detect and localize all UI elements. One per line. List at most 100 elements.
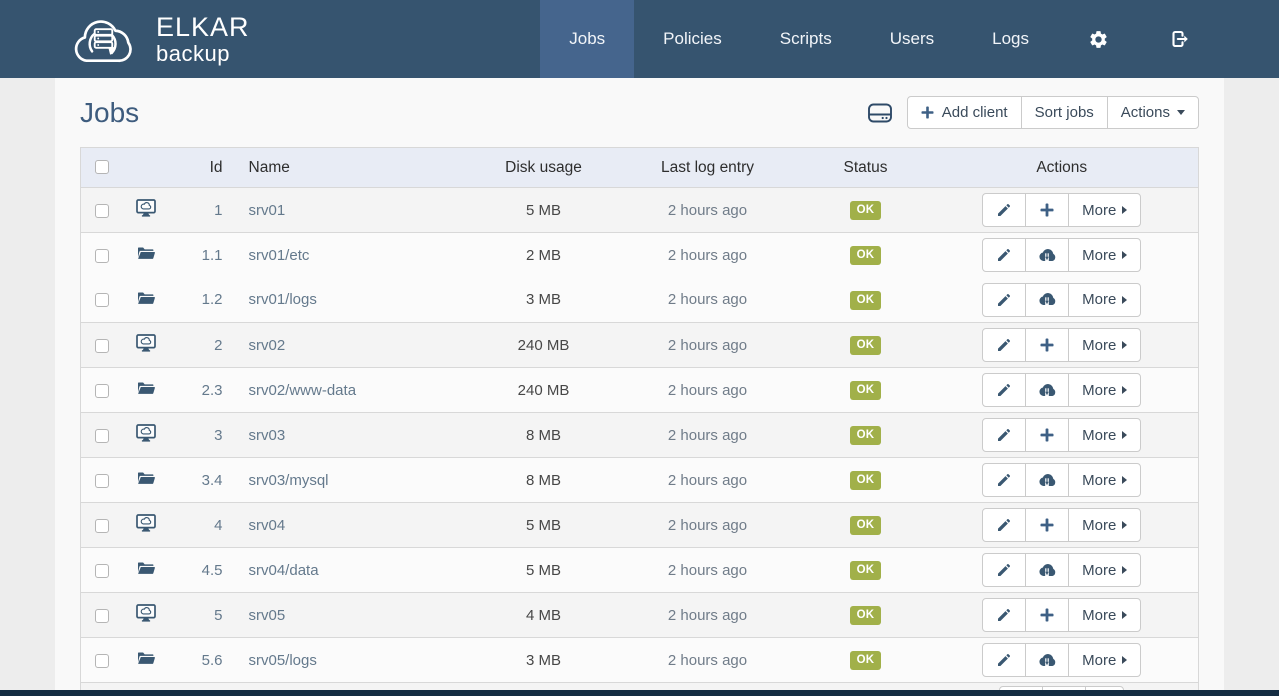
more-button[interactable]: More: [1068, 193, 1141, 227]
nav-item-jobs[interactable]: Jobs: [540, 0, 634, 78]
more-label: More: [1082, 427, 1116, 444]
row-last-log-entry: 2 hours ago: [610, 503, 806, 548]
table-row: 3 srv03 8 MB 2 hours ago OK: [81, 413, 1199, 458]
cloud-download-icon: [1037, 653, 1057, 668]
row-disk-usage: 5 MB: [478, 188, 610, 233]
actions-dropdown-button[interactable]: Actions: [1107, 96, 1199, 129]
edit-button[interactable]: [982, 328, 1026, 362]
plus-icon: [921, 106, 934, 119]
edit-button[interactable]: [982, 418, 1026, 452]
brand-logo[interactable]: ELKAR backup: [60, 0, 250, 78]
add-job-button[interactable]: [1025, 598, 1069, 632]
row-checkbox[interactable]: [95, 519, 109, 533]
restore-button[interactable]: [1025, 643, 1069, 677]
nav-item-policies[interactable]: Policies: [634, 0, 751, 78]
row-checkbox[interactable]: [95, 204, 109, 218]
row-checkbox[interactable]: [95, 339, 109, 353]
add-job-button[interactable]: [1025, 508, 1069, 542]
add-client-button[interactable]: Add client: [907, 96, 1022, 129]
row-checkbox[interactable]: [95, 384, 109, 398]
edit-button[interactable]: [982, 643, 1026, 677]
row-checkbox[interactable]: [95, 293, 109, 307]
restore-button[interactable]: [1025, 553, 1069, 587]
status-badge: OK: [850, 516, 882, 535]
settings-nav-button[interactable]: [1058, 0, 1139, 78]
caret-right-icon: [1122, 296, 1127, 304]
row-checkbox[interactable]: [95, 429, 109, 443]
add-job-button[interactable]: [1025, 193, 1069, 227]
nav-item-logs[interactable]: Logs: [963, 0, 1058, 78]
caret-right-icon: [1122, 431, 1127, 439]
edit-button[interactable]: [982, 463, 1026, 497]
row-checkbox[interactable]: [95, 249, 109, 263]
logout-nav-button[interactable]: [1139, 0, 1221, 78]
table-row: 4 srv04 5 MB 2 hours ago OK: [81, 503, 1199, 548]
nav-item-scripts[interactable]: Scripts: [751, 0, 861, 78]
restore-button[interactable]: [1025, 373, 1069, 407]
more-button[interactable]: More: [1068, 598, 1141, 632]
job-name-link[interactable]: srv02/www-data: [249, 382, 357, 399]
more-button[interactable]: More: [1068, 238, 1141, 272]
edit-button[interactable]: [982, 283, 1026, 317]
row-last-log-entry: 2 hours ago: [610, 188, 806, 233]
status-badge: OK: [850, 426, 882, 445]
job-name-link[interactable]: srv05/logs: [249, 652, 317, 669]
row-id: 1: [169, 188, 223, 233]
restore-button[interactable]: [1025, 283, 1069, 317]
jobs-table-body: 1 srv01 5 MB 2 hours ago OK: [81, 188, 1199, 696]
job-name-link[interactable]: srv01/etc: [249, 247, 310, 264]
more-button[interactable]: More: [1068, 283, 1141, 317]
row-actions: More: [982, 553, 1141, 587]
more-button[interactable]: More: [1068, 553, 1141, 587]
nav-item-users[interactable]: Users: [861, 0, 963, 78]
client-monitor-icon: [136, 199, 156, 217]
more-label: More: [1082, 247, 1116, 264]
row-last-log-entry: 2 hours ago: [610, 233, 806, 278]
more-button[interactable]: More: [1068, 643, 1141, 677]
row-checkbox[interactable]: [95, 474, 109, 488]
row-checkbox[interactable]: [95, 654, 109, 668]
edit-button[interactable]: [982, 238, 1026, 272]
job-name-link[interactable]: srv03/mysql: [249, 472, 329, 489]
edit-button[interactable]: [982, 598, 1026, 632]
job-name-link[interactable]: srv02: [249, 337, 286, 354]
row-disk-usage: 8 MB: [478, 413, 610, 458]
more-button[interactable]: More: [1068, 463, 1141, 497]
job-name-link[interactable]: srv03: [249, 427, 286, 444]
more-button[interactable]: More: [1068, 328, 1141, 362]
select-all-checkbox[interactable]: [95, 160, 109, 174]
status-badge: OK: [850, 336, 882, 355]
row-checkbox[interactable]: [95, 564, 109, 578]
row-last-log-entry: 2 hours ago: [610, 593, 806, 638]
job-name-link[interactable]: srv01: [249, 202, 286, 219]
sort-jobs-button[interactable]: Sort jobs: [1021, 96, 1108, 129]
hard-drive-icon[interactable]: [867, 101, 893, 125]
row-disk-usage: 3 MB: [478, 638, 610, 683]
add-job-button[interactable]: [1025, 418, 1069, 452]
edit-button[interactable]: [982, 553, 1026, 587]
more-button[interactable]: More: [1068, 418, 1141, 452]
more-button[interactable]: More: [1068, 508, 1141, 542]
edit-button[interactable]: [982, 373, 1026, 407]
job-name-link[interactable]: srv01/logs: [249, 291, 317, 308]
more-label: More: [1082, 517, 1116, 534]
add-job-button[interactable]: [1025, 328, 1069, 362]
header-actions: Actions: [926, 148, 1199, 188]
caret-right-icon: [1122, 566, 1127, 574]
edit-button[interactable]: [982, 508, 1026, 542]
add-client-label: Add client: [942, 104, 1008, 121]
job-name-link[interactable]: srv04: [249, 517, 286, 534]
job-name-link[interactable]: srv05: [249, 607, 286, 624]
header-id: Id: [169, 148, 223, 188]
row-checkbox[interactable]: [95, 609, 109, 623]
restore-button[interactable]: [1025, 238, 1069, 272]
more-button[interactable]: More: [1068, 373, 1141, 407]
edit-button[interactable]: [982, 193, 1026, 227]
plus-icon: [1040, 608, 1054, 622]
restore-button[interactable]: [1025, 463, 1069, 497]
row-actions: More: [982, 283, 1141, 317]
job-name-link[interactable]: srv04/data: [249, 562, 319, 579]
caret-right-icon: [1122, 521, 1127, 529]
job-folder-icon: [137, 651, 155, 665]
client-monitor-icon: [136, 424, 156, 442]
